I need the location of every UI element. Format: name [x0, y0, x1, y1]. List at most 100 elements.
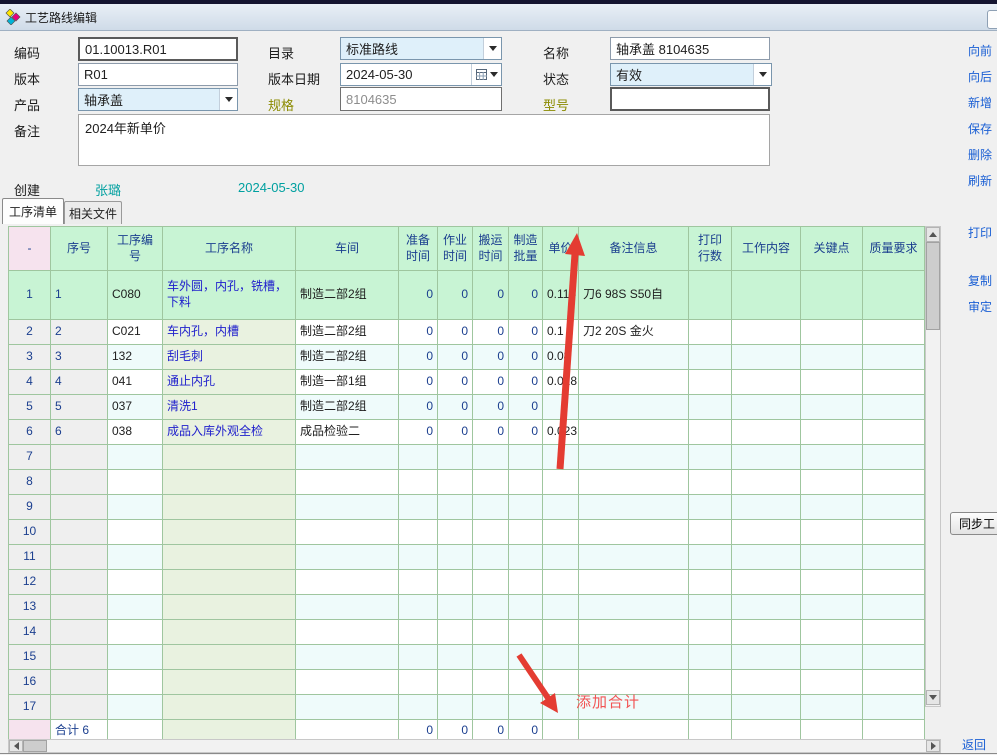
table-cell[interactable]	[473, 470, 509, 495]
table-cell[interactable]	[296, 520, 399, 545]
table-cell[interactable]: 0	[509, 271, 543, 320]
table-cell[interactable]: 3	[9, 345, 51, 370]
table-cell[interactable]	[801, 470, 863, 495]
table-cell[interactable]	[296, 595, 399, 620]
table-cell[interactable]	[399, 670, 438, 695]
table-cell[interactable]	[689, 670, 732, 695]
refresh-button[interactable]: 刷新	[968, 172, 997, 189]
table-cell[interactable]	[51, 670, 108, 695]
table-cell[interactable]	[689, 620, 732, 645]
table-cell[interactable]	[163, 695, 296, 720]
table-cell[interactable]	[732, 545, 801, 570]
window-button-partial[interactable]	[987, 10, 997, 29]
chevron-down-icon[interactable]	[753, 64, 771, 85]
table-cell[interactable]: 制造二部2组	[296, 395, 399, 420]
table-cell[interactable]	[801, 420, 863, 445]
scroll-right-icon[interactable]	[926, 740, 940, 752]
table-cell[interactable]	[399, 595, 438, 620]
table-cell[interactable]	[579, 645, 689, 670]
product-select[interactable]: 轴承盖	[78, 88, 238, 111]
horizontal-scrollbar[interactable]	[8, 739, 941, 753]
table-cell[interactable]	[399, 445, 438, 470]
table-cell[interactable]	[438, 670, 473, 695]
table-cell[interactable]	[473, 520, 509, 545]
table-cell[interactable]	[689, 545, 732, 570]
table-cell[interactable]	[473, 595, 509, 620]
table-cell[interactable]	[689, 320, 732, 345]
table-cell[interactable]	[51, 470, 108, 495]
table-cell[interactable]	[473, 620, 509, 645]
table-cell[interactable]	[296, 445, 399, 470]
table-cell[interactable]	[689, 345, 732, 370]
table-cell[interactable]	[438, 570, 473, 595]
table-cell[interactable]: 车内孔，内槽	[163, 320, 296, 345]
table-cell[interactable]: 0	[509, 395, 543, 420]
table-cell[interactable]	[399, 620, 438, 645]
table-cell[interactable]	[473, 445, 509, 470]
table-cell[interactable]	[108, 495, 163, 520]
table-cell[interactable]	[399, 645, 438, 670]
table-cell[interactable]	[438, 545, 473, 570]
table-cell[interactable]	[296, 495, 399, 520]
model-input[interactable]	[610, 87, 770, 111]
table-cell[interactable]: 7	[9, 445, 51, 470]
table-cell[interactable]: 10	[9, 520, 51, 545]
code-input[interactable]: 01.10013.R01	[78, 37, 238, 61]
table-cell[interactable]	[509, 570, 543, 595]
table-cell[interactable]: 1	[9, 271, 51, 320]
table-cell[interactable]	[473, 545, 509, 570]
table-cell[interactable]	[801, 370, 863, 395]
table-cell[interactable]: 5	[51, 395, 108, 420]
table-cell[interactable]: 成品检验二	[296, 420, 399, 445]
add-button[interactable]: 新增	[968, 94, 997, 111]
table-cell[interactable]	[473, 695, 509, 720]
table-cell[interactable]	[438, 595, 473, 620]
table-cell[interactable]	[296, 470, 399, 495]
vertical-scrollbar[interactable]	[925, 226, 941, 707]
table-cell[interactable]	[543, 495, 579, 520]
table-cell[interactable]	[108, 645, 163, 670]
table-cell[interactable]: 9	[9, 495, 51, 520]
table-cell[interactable]	[163, 495, 296, 520]
table-cell[interactable]: 6	[51, 420, 108, 445]
prev-button[interactable]: 向前	[968, 42, 997, 59]
table-cell[interactable]	[473, 670, 509, 695]
table-cell[interactable]: 0	[399, 420, 438, 445]
tab-related-files[interactable]: 相关文件	[64, 201, 122, 224]
table-cell[interactable]	[399, 495, 438, 520]
table-cell[interactable]	[438, 445, 473, 470]
table-cell[interactable]	[801, 395, 863, 420]
table-cell[interactable]	[473, 570, 509, 595]
table-cell[interactable]: 通止内孔	[163, 370, 296, 395]
table-cell[interactable]	[689, 495, 732, 520]
calendar-icon[interactable]	[471, 64, 501, 85]
table-cell[interactable]: 15	[9, 645, 51, 670]
table-cell[interactable]	[296, 695, 399, 720]
table-cell[interactable]: 0	[509, 320, 543, 345]
table-cell[interactable]	[108, 595, 163, 620]
table-cell[interactable]	[801, 445, 863, 470]
table-cell[interactable]	[108, 520, 163, 545]
horizontal-scroll-thumb[interactable]	[23, 740, 47, 752]
table-cell[interactable]	[296, 570, 399, 595]
table-cell[interactable]	[863, 370, 925, 395]
table-cell[interactable]	[296, 670, 399, 695]
table-cell[interactable]	[579, 495, 689, 520]
table-cell[interactable]: 车外圆，内孔，铣槽，下料	[163, 271, 296, 320]
table-cell[interactable]: 0	[399, 345, 438, 370]
table-cell[interactable]	[163, 620, 296, 645]
table-cell[interactable]: 0.08	[543, 345, 579, 370]
table-cell[interactable]	[863, 695, 925, 720]
table-cell[interactable]: 0	[473, 345, 509, 370]
tab-process-list[interactable]: 工序清单	[2, 198, 64, 224]
catalog-select[interactable]: 标准路线	[340, 37, 502, 60]
table-cell[interactable]	[108, 695, 163, 720]
table-cell[interactable]	[51, 570, 108, 595]
table-cell[interactable]	[51, 445, 108, 470]
scroll-up-icon[interactable]	[926, 227, 940, 242]
table-cell[interactable]	[543, 395, 579, 420]
table-cell[interactable]: 成品入库外观全检	[163, 420, 296, 445]
table-cell[interactable]: 0.116	[543, 271, 579, 320]
table-cell[interactable]	[801, 645, 863, 670]
table-cell[interactable]	[399, 570, 438, 595]
